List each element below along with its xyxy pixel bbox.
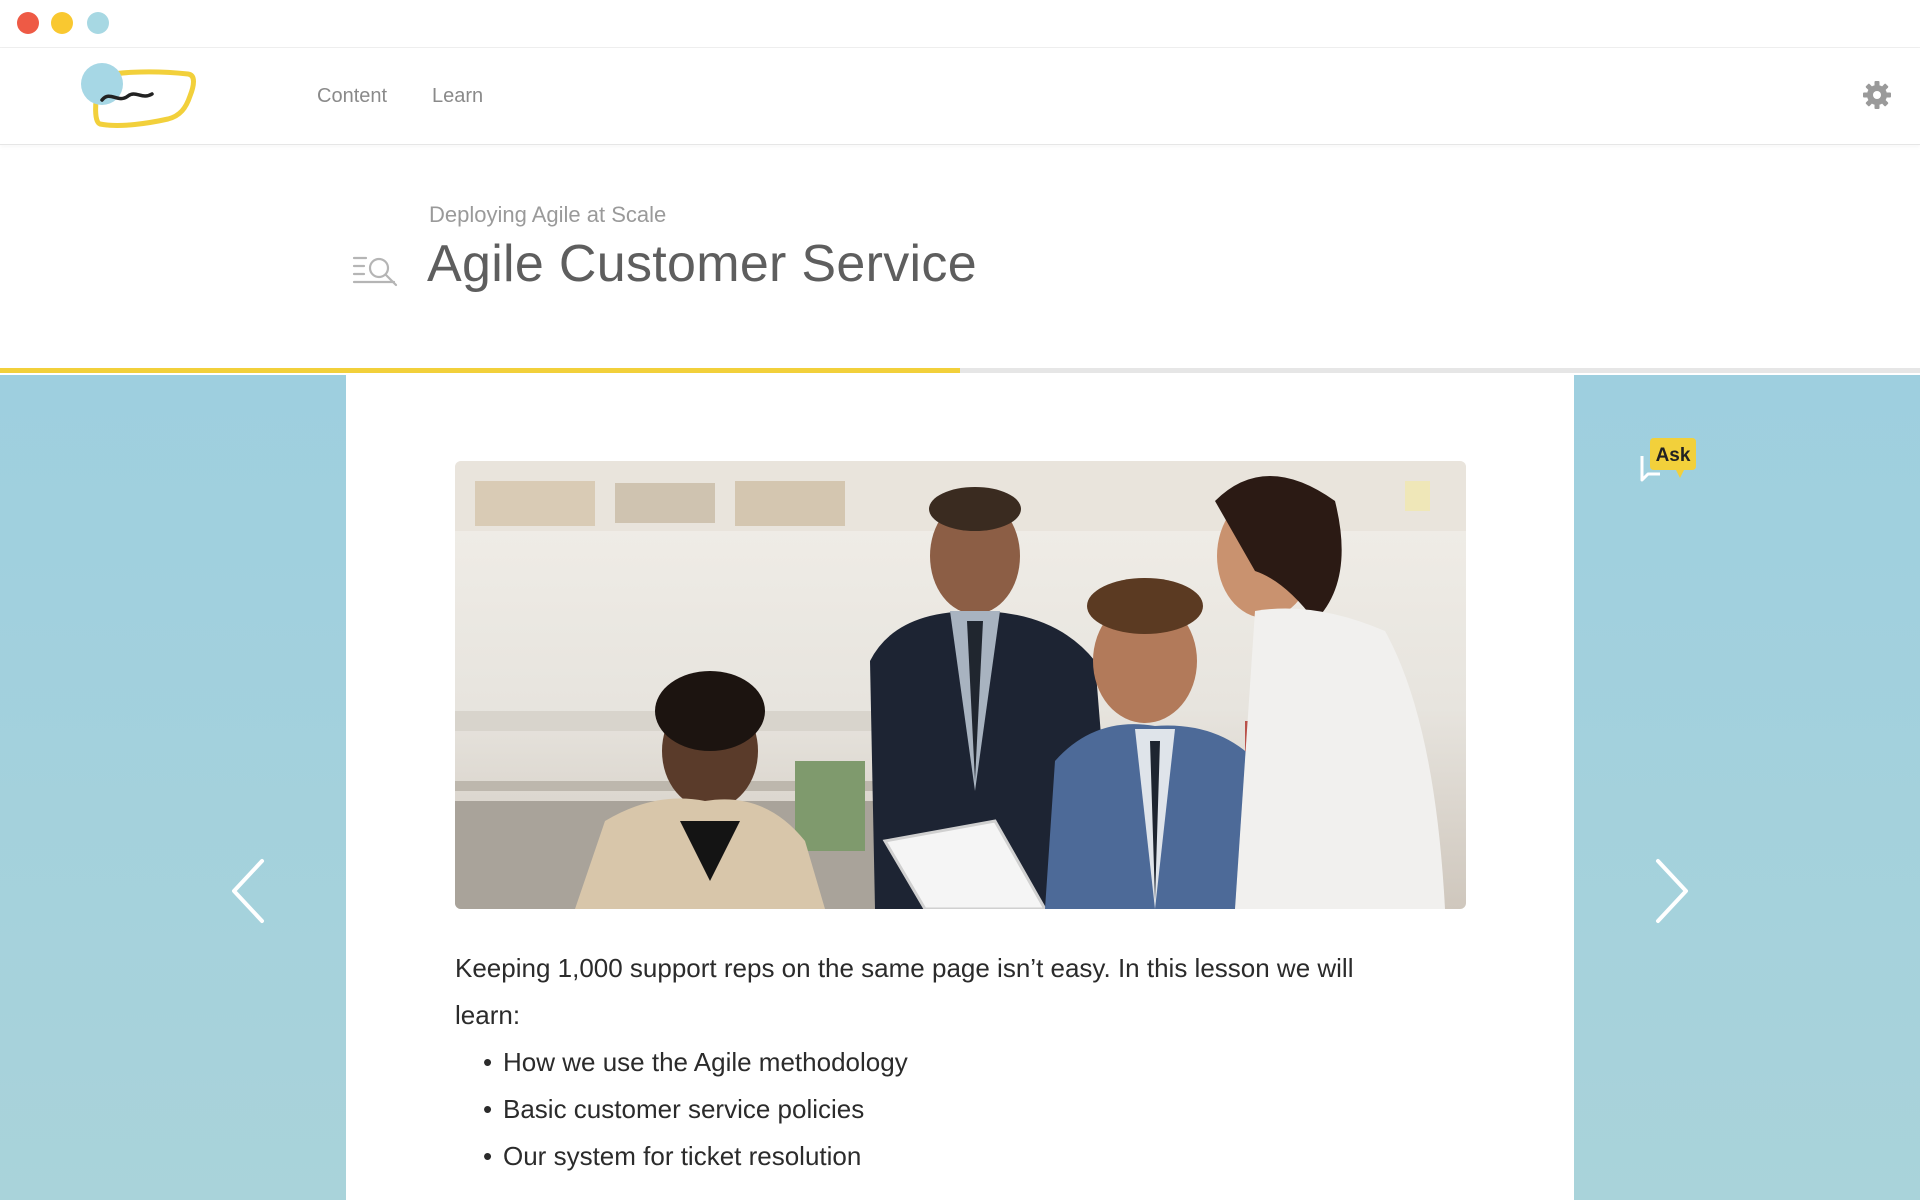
left-side-panel [0, 375, 346, 1200]
page-title: Agile Customer Service [427, 235, 977, 293]
lesson-progress-bar [0, 368, 1920, 373]
ask-label: Ask [1656, 445, 1691, 466]
list-item: Basic customer service policies [483, 1086, 1415, 1133]
table-of-contents-icon[interactable] [352, 252, 400, 290]
course-name: Deploying Agile at Scale [429, 202, 667, 227]
nav-learn-link[interactable]: Learn [432, 85, 483, 108]
lesson-objectives-list: How we use the Agile methodology Basic c… [455, 1039, 1415, 1180]
minimize-window-button[interactable] [51, 12, 73, 34]
app-logo[interactable] [80, 62, 198, 132]
list-item: Our system for ticket resolution [483, 1133, 1415, 1180]
lesson-card: Keeping 1,000 support reps on the same p… [346, 375, 1574, 1200]
lesson-progress-fill [0, 368, 960, 373]
lesson-intro: Keeping 1,000 support reps on the same p… [455, 945, 1415, 1180]
app-header: Content Learn [0, 48, 1920, 145]
zoom-window-button[interactable] [87, 12, 109, 34]
nav-content-link[interactable]: Content [317, 85, 387, 108]
gear-icon[interactable] [1862, 80, 1892, 110]
window-titlebar [0, 0, 1920, 48]
lesson-photo [455, 461, 1466, 909]
right-side-panel [1574, 375, 1920, 1200]
list-item: How we use the Agile methodology [483, 1039, 1415, 1086]
chevron-left-icon[interactable] [228, 855, 272, 927]
chevron-right-icon[interactable] [1648, 855, 1692, 927]
lesson-intro-text: Keeping 1,000 support reps on the same p… [455, 953, 1354, 1030]
close-window-button[interactable] [17, 12, 39, 34]
ask-button[interactable]: Ask [1638, 434, 1698, 490]
